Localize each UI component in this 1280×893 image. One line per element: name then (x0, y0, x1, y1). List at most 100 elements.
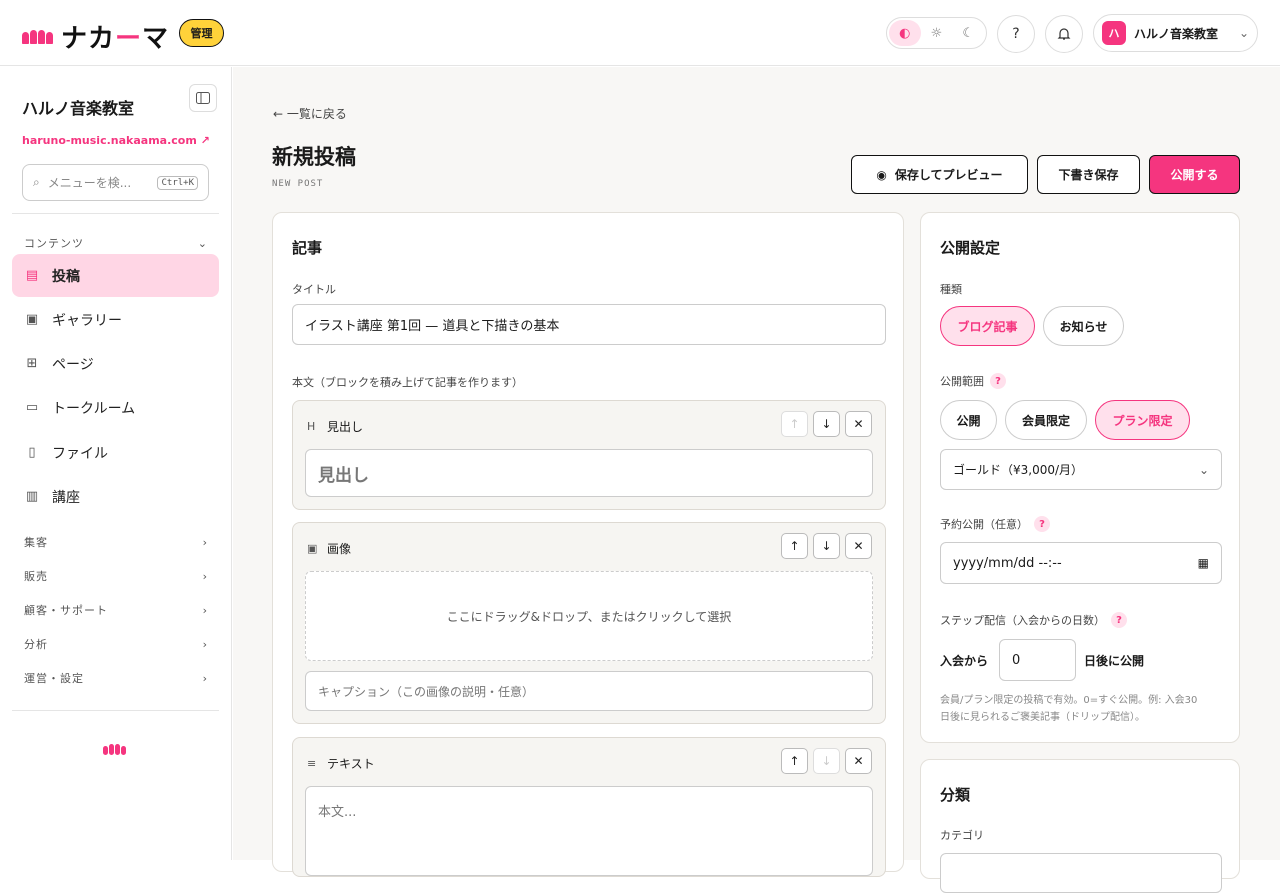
sidebar-item-talkroom[interactable]: ▭ トークルーム (12, 386, 219, 429)
main-content: ← 一覧に戻る 新規投稿 NEW POST ◉ 保存してプレビュー 下書き保存 公… (233, 67, 1280, 893)
section-sales[interactable]: 販売 › (24, 568, 208, 584)
account-menu[interactable]: ハ ハルノ音楽教室 ⌄ (1093, 14, 1258, 52)
section-analytics[interactable]: 分析 › (24, 636, 208, 652)
search-shortcut: Ctrl+K (157, 175, 198, 190)
scope-label: 公開範囲? (940, 373, 1006, 389)
remove-block-button[interactable]: ✕ (845, 411, 872, 437)
move-up-button[interactable]: ↑ (781, 411, 808, 437)
contrast-icon[interactable]: ◐ (889, 20, 921, 46)
remove-block-button[interactable]: ✕ (845, 748, 872, 774)
chevron-right-icon: › (202, 569, 208, 583)
footer-logo-icon (103, 744, 126, 755)
site-url-link[interactable]: haruno-music.nakaama.com ↗ (22, 134, 210, 147)
plan-select[interactable]: ゴールド（¥3,000/月） ⌄ (940, 449, 1222, 490)
move-up-button[interactable]: ↑ (781, 748, 808, 774)
image-icon: ▣ (307, 542, 318, 555)
move-down-button[interactable]: ↓ (813, 748, 840, 774)
category-select[interactable] (940, 853, 1222, 893)
eye-icon: ◉ (876, 167, 887, 182)
image-block: ▣ 画像 ↑ ↓ ✕ ここにドラッグ&ドロップ、またはクリックして選択 キャプショ… (292, 522, 886, 724)
section-customer-support[interactable]: 顧客・サポート › (24, 602, 208, 618)
arrow-down-icon: ↓ (821, 539, 832, 553)
theme-toggle[interactable]: ◐ ☼ ☾ (886, 17, 987, 49)
close-icon: ✕ (853, 754, 864, 768)
article-heading: 記事 (292, 239, 323, 257)
arrow-up-icon: ↑ (789, 417, 800, 431)
chevron-right-icon: › (202, 637, 208, 651)
close-icon: ✕ (853, 417, 864, 431)
sidebar-item-courses[interactable]: ▥ 講座 (12, 475, 219, 518)
publish-button[interactable]: 公開する (1149, 155, 1240, 194)
save-draft-button[interactable]: 下書き保存 (1037, 155, 1140, 194)
scope-members-button[interactable]: 会員限定 (1005, 400, 1087, 440)
step-prefix: 入会から (940, 654, 989, 668)
body-label: 本文（ブロックを積み上げて記事を作ります） (292, 376, 523, 389)
text-icon: ≡ (307, 757, 317, 770)
heading-block-header: H 見出し (307, 420, 364, 434)
close-icon: ✕ (853, 539, 864, 553)
step-note: 会員/プラン限定の投稿で有効。0=すぐ公開。例: 入会30 日後に見られるご褒美記… (940, 695, 1198, 723)
image-dropzone[interactable]: ここにドラッグ&ドロップ、またはクリックして選択 (305, 571, 873, 661)
help-icon[interactable]: ? (1034, 516, 1050, 532)
arrow-up-icon: ↑ (789, 539, 800, 553)
save-preview-button[interactable]: ◉ 保存してプレビュー (851, 155, 1028, 194)
scope-public-button[interactable]: 公開 (940, 400, 997, 440)
step-days-input[interactable]: 0 (999, 639, 1076, 681)
heading-block: H 見出し ↑ ↓ ✕ 見出し (292, 400, 886, 510)
arrow-down-icon: ↓ (821, 754, 832, 768)
moon-icon[interactable]: ☾ (952, 20, 984, 46)
chevron-down-icon: ⌄ (197, 236, 208, 250)
sidebar-item-posts[interactable]: ▤ 投稿 (12, 254, 219, 297)
calendar-icon[interactable]: ▦ (1198, 556, 1209, 570)
pages-icon: ⊞ (26, 356, 38, 371)
admin-badge: 管理 (179, 19, 224, 47)
section-marketing[interactable]: 集客 › (24, 534, 208, 550)
category-label: カテゴリ (940, 829, 984, 842)
help-icon[interactable]: ? (1111, 612, 1127, 628)
scope-plan-button[interactable]: プラン限定 (1095, 400, 1190, 440)
menu-search-input[interactable]: ⌕ メニューを検... Ctrl+K (22, 164, 209, 201)
sidebar-collapse-button[interactable] (189, 84, 217, 112)
account-avatar: ハ (1102, 21, 1126, 45)
schedule-datetime-input[interactable]: yyyy/mm/dd --:-- ▦ (940, 542, 1222, 584)
classification-heading: 分類 (940, 786, 971, 804)
document-icon: ▤ (25, 268, 39, 283)
sun-icon[interactable]: ☼ (921, 20, 953, 46)
help-icon[interactable]: ? (990, 373, 1006, 389)
chat-icon: ▭ (25, 400, 39, 415)
publish-settings-heading: 公開設定 (940, 239, 1001, 257)
chevron-right-icon: › (202, 535, 208, 549)
caption-input[interactable]: キャプション（この画像の説明・任意） (305, 671, 873, 711)
remove-block-button[interactable]: ✕ (845, 533, 872, 559)
sidebar-divider (12, 213, 219, 214)
text-block-header: ≡ テキスト (307, 757, 375, 771)
move-up-button[interactable]: ↑ (781, 533, 808, 559)
notifications-button[interactable] (1045, 15, 1083, 53)
article-card: 記事 タイトル イラスト講座 第1回 — 道具と下描きの基本 本文（ブロックを積… (272, 212, 904, 877)
step-delivery-label: ステップ配信（入会からの日数）? (940, 612, 1127, 628)
book-icon: ▥ (25, 489, 39, 504)
brand-logo[interactable]: ナカーマ (22, 18, 169, 55)
sidebar-divider (12, 710, 219, 711)
move-down-button[interactable]: ↓ (813, 533, 840, 559)
section-operations-settings[interactable]: 運営・設定 › (24, 670, 208, 686)
body-textarea[interactable]: 本文... (305, 786, 873, 876)
help-button[interactable]: ? (997, 15, 1035, 53)
sidebar-item-gallery[interactable]: ▣ ギャラリー (12, 298, 219, 341)
sidebar-item-files[interactable]: ▯ ファイル (12, 431, 219, 474)
section-content[interactable]: コンテンツ ⌄ (24, 235, 208, 251)
sidebar-title: ハルノ音楽教室 (22, 99, 135, 118)
page-title: 新規投稿 (272, 145, 356, 169)
heading-input[interactable]: 見出し (305, 449, 873, 497)
sidebar-panel-icon (196, 92, 210, 104)
publish-settings-card: 公開設定 種類 ブログ記事 お知らせ 公開範囲? 公開 会員限定 プラン限定 ゴ… (920, 212, 1240, 743)
external-link-icon: ↗ (200, 134, 210, 147)
sidebar-item-pages[interactable]: ⊞ ページ (12, 342, 219, 385)
arrow-down-icon: ↓ (821, 417, 832, 431)
move-down-button[interactable]: ↓ (813, 411, 840, 437)
title-input[interactable]: イラスト講座 第1回 — 道具と下描きの基本 (292, 304, 886, 345)
type-blog-button[interactable]: ブログ記事 (940, 306, 1035, 346)
back-to-list-link[interactable]: ← 一覧に戻る (273, 105, 347, 122)
chevron-down-icon: ⌄ (1198, 462, 1209, 477)
type-news-button[interactable]: お知らせ (1043, 306, 1124, 346)
